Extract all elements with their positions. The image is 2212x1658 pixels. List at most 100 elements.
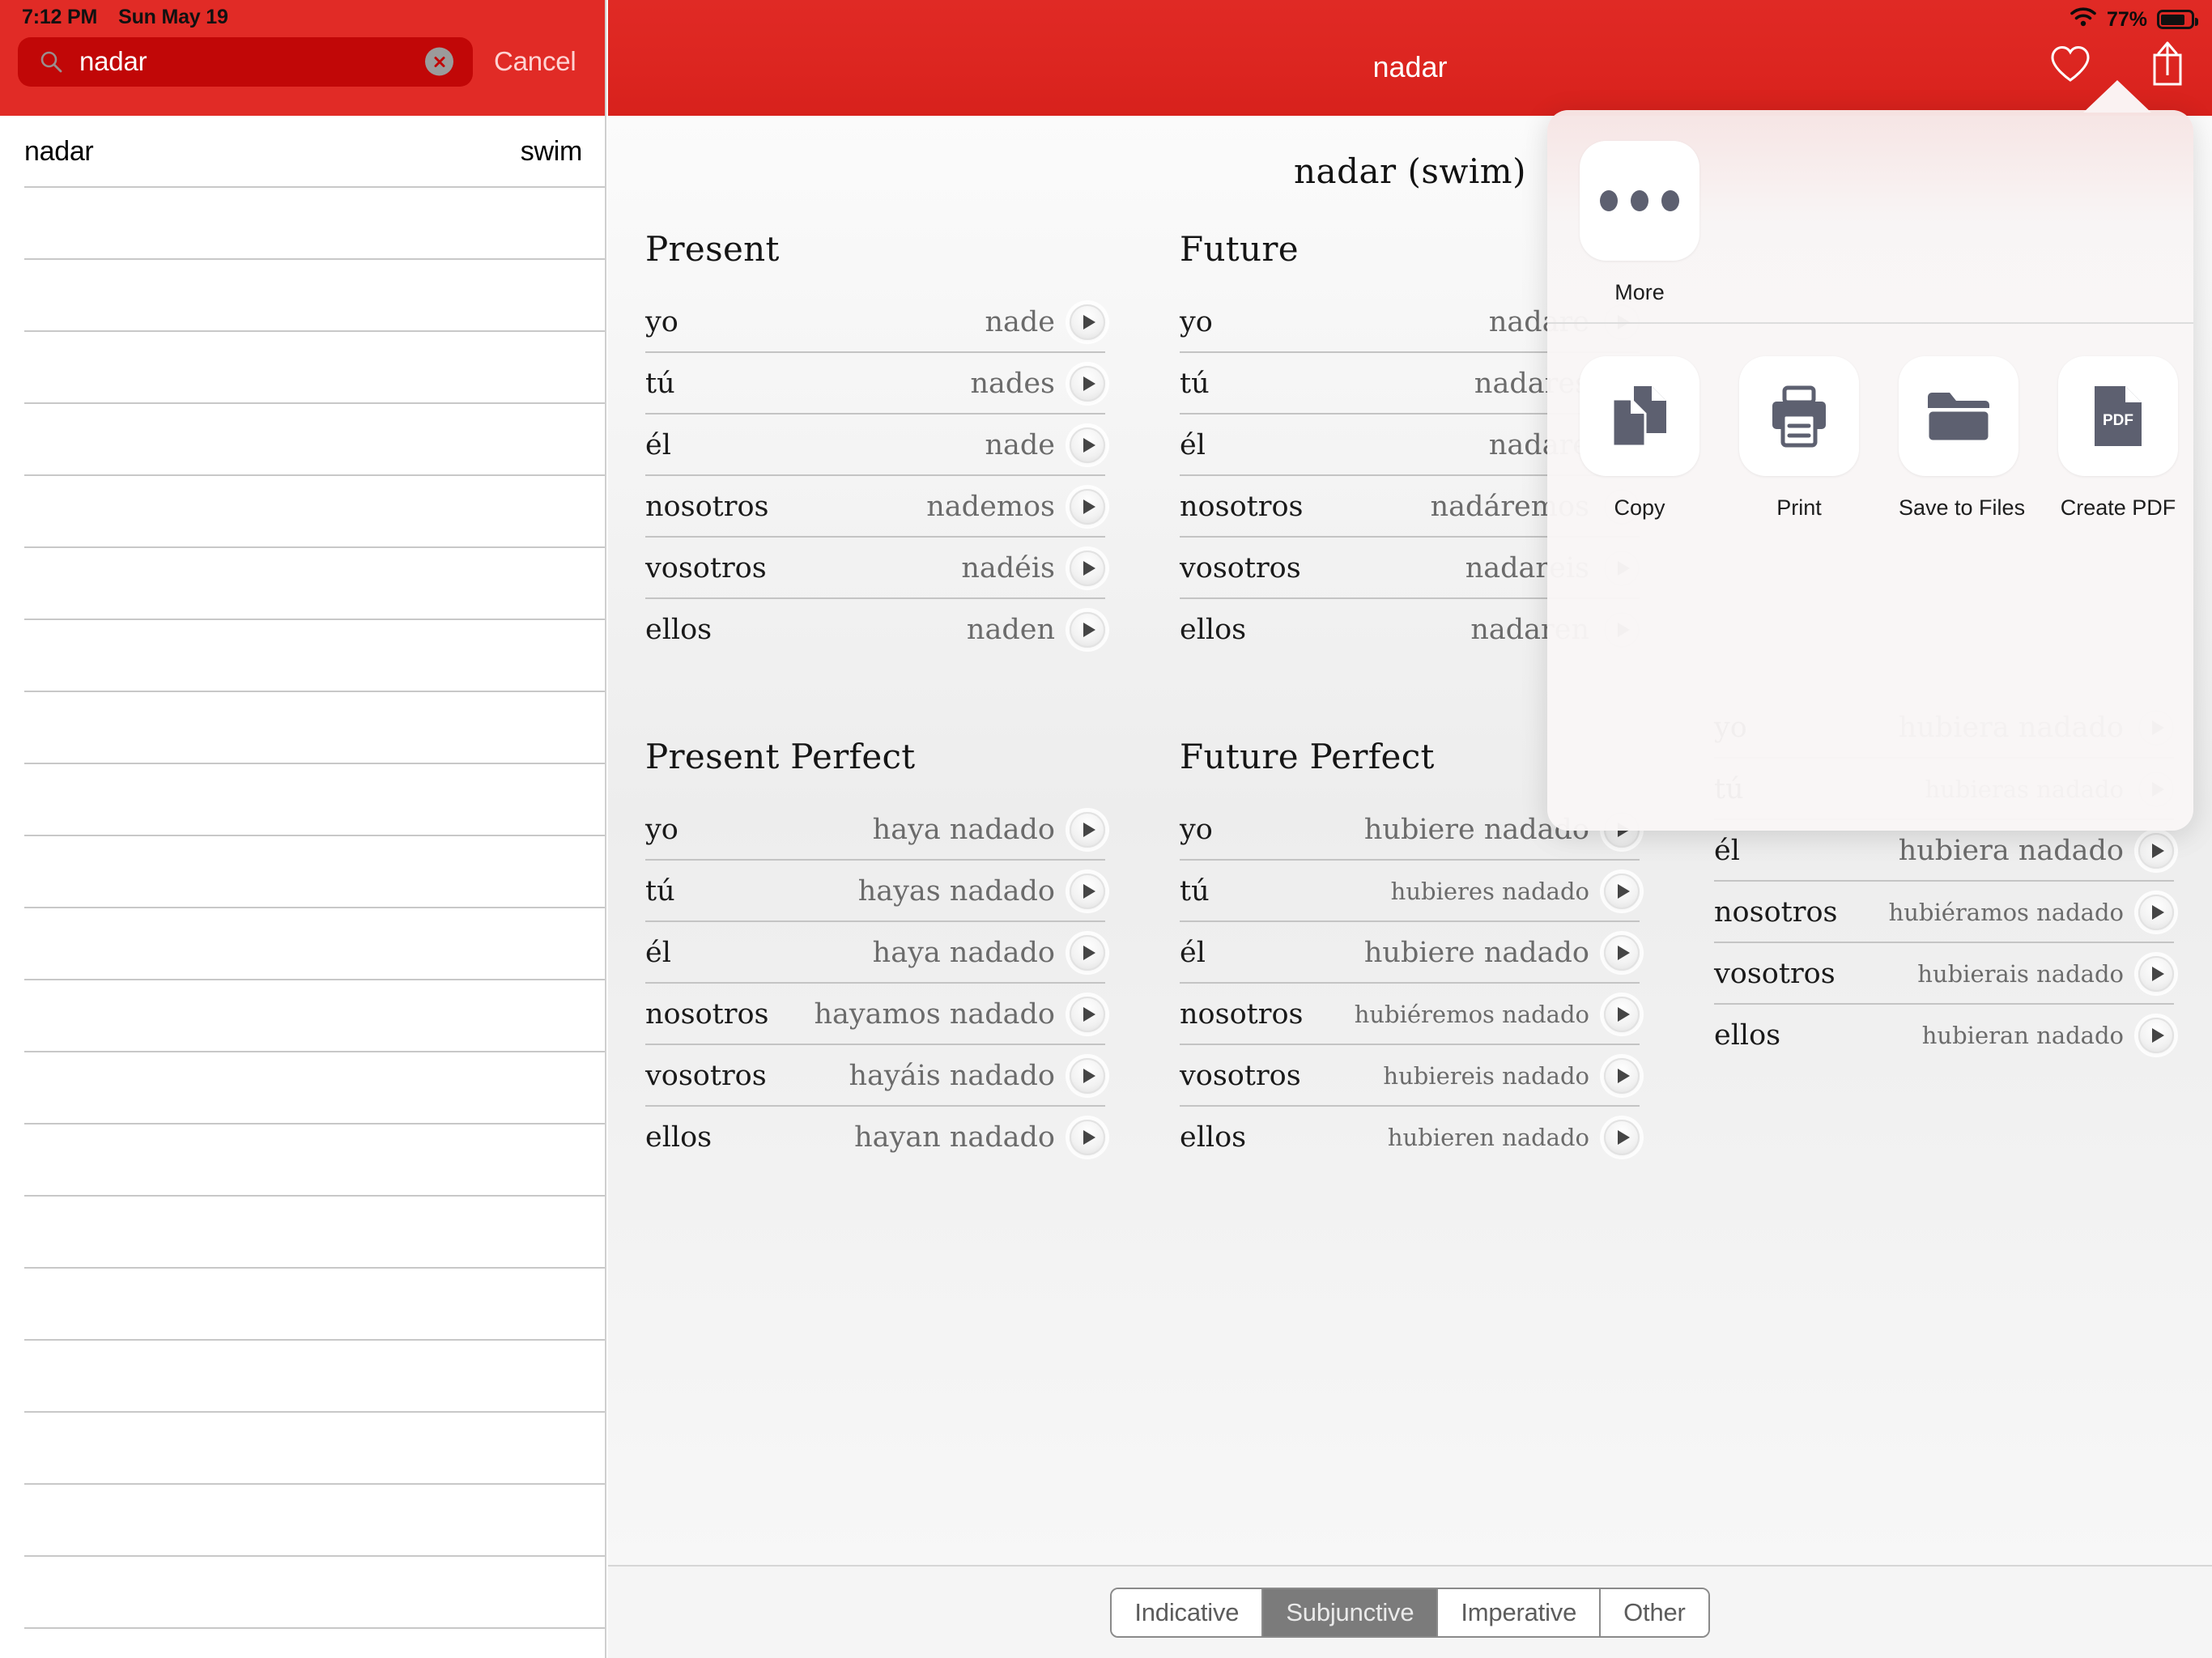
play-audio-button[interactable] — [1070, 304, 1105, 340]
list-item[interactable] — [0, 188, 605, 260]
pronoun-label: ellos — [1180, 1121, 1246, 1154]
pronoun-label: ellos — [645, 614, 712, 646]
mood-segmented-control[interactable]: IndicativeSubjunctiveImperativeOther — [1110, 1588, 1709, 1638]
play-audio-button[interactable] — [1604, 874, 1640, 909]
conjugated-form: haya nadado — [873, 937, 1055, 969]
search-input[interactable]: nadar — [18, 37, 473, 87]
play-triangle-icon — [2152, 967, 2164, 981]
play-audio-button[interactable] — [1070, 812, 1105, 848]
conjugated-form: hayas nadado — [858, 875, 1055, 908]
pronoun-label: tú — [1180, 368, 1210, 400]
play-triangle-icon — [1083, 946, 1095, 960]
mood-segment-indicative[interactable]: Indicative — [1112, 1589, 1263, 1636]
save-to-files-button[interactable]: Save to Files — [1899, 356, 2018, 521]
play-audio-button[interactable] — [1070, 997, 1105, 1032]
list-item[interactable]: nadarswim — [0, 116, 605, 188]
list-item[interactable] — [0, 1557, 605, 1629]
list-item[interactable] — [0, 620, 605, 692]
pronoun-label: nosotros — [645, 998, 768, 1031]
conjugated-form: hubieren nadado — [1388, 1124, 1589, 1151]
create-pdf-button[interactable]: PDF Create PDF — [2058, 356, 2178, 521]
print-button[interactable]: Print — [1739, 356, 1859, 521]
play-audio-button[interactable] — [1604, 935, 1640, 971]
list-item[interactable] — [0, 260, 605, 332]
play-audio-button[interactable] — [1070, 1120, 1105, 1155]
list-item[interactable] — [0, 692, 605, 764]
search-results-list[interactable]: nadarswim — [0, 116, 605, 1658]
play-triangle-icon — [2152, 844, 2164, 858]
play-audio-button[interactable] — [1070, 1058, 1105, 1094]
play-triangle-icon — [1083, 1069, 1095, 1083]
play-audio-button[interactable] — [1070, 366, 1105, 402]
list-item[interactable] — [0, 476, 605, 548]
play-audio-button[interactable] — [1070, 489, 1105, 525]
share-more-label: More — [1580, 280, 1699, 305]
play-triangle-icon — [1083, 1007, 1095, 1022]
pronoun-label: él — [1714, 835, 1740, 867]
conjugated-form: nades — [971, 368, 1056, 400]
mood-segment-imperative[interactable]: Imperative — [1438, 1589, 1601, 1636]
list-item[interactable] — [0, 1197, 605, 1269]
pronoun-label: nosotros — [1714, 896, 1837, 929]
play-triangle-icon — [2152, 1028, 2164, 1043]
play-audio-button[interactable] — [1070, 427, 1105, 463]
status-bar-left: 7:12 PM Sun May 19 — [22, 6, 228, 29]
play-audio-button[interactable] — [1604, 997, 1640, 1032]
conjugation-row: vosotroshayáis nadado — [645, 1045, 1105, 1107]
play-audio-button[interactable] — [1070, 612, 1105, 648]
list-item[interactable] — [0, 404, 605, 476]
play-audio-button[interactable] — [2138, 895, 2174, 930]
pronoun-label: nosotros — [645, 491, 768, 523]
pronoun-label: ellos — [645, 1121, 712, 1154]
play-triangle-icon — [1083, 315, 1095, 329]
conjugated-form: hubiéremos nadado — [1355, 1001, 1589, 1028]
cancel-button[interactable]: Cancel — [494, 46, 576, 77]
list-item[interactable] — [0, 1485, 605, 1557]
play-audio-button[interactable] — [1070, 874, 1105, 909]
list-item[interactable] — [0, 980, 605, 1052]
list-item[interactable] — [0, 1269, 605, 1341]
pronoun-label: él — [1180, 429, 1206, 461]
play-triangle-icon — [1618, 1069, 1630, 1083]
svg-text:PDF: PDF — [2103, 412, 2133, 429]
play-triangle-icon — [1083, 823, 1095, 837]
play-audio-button[interactable] — [2138, 1018, 2174, 1053]
copy-icon — [1580, 356, 1699, 476]
clear-icon[interactable] — [425, 48, 453, 76]
share-more-button[interactable]: More — [1580, 141, 1699, 305]
mood-segment-other[interactable]: Other — [1601, 1589, 1708, 1636]
pronoun-label: yo — [645, 814, 678, 846]
play-audio-button[interactable] — [1070, 551, 1105, 586]
play-triangle-icon — [1083, 561, 1095, 576]
share-sheet-popover: More Copy — [1547, 110, 2193, 831]
list-item[interactable] — [0, 332, 605, 404]
play-audio-button[interactable] — [2138, 833, 2174, 869]
play-triangle-icon — [1618, 1007, 1630, 1022]
list-item[interactable] — [0, 1124, 605, 1197]
play-audio-button[interactable] — [1604, 1058, 1640, 1094]
wifi-icon — [2069, 6, 2097, 32]
list-item[interactable] — [0, 1052, 605, 1124]
play-audio-button[interactable] — [2138, 956, 2174, 992]
play-audio-button[interactable] — [1604, 1120, 1640, 1155]
play-triangle-icon — [1083, 500, 1095, 514]
conjugation-row: elloshubieran nadado — [1714, 1005, 2174, 1066]
play-audio-button[interactable] — [1070, 935, 1105, 971]
conjugation-row: vosotroshubierais nadado — [1714, 943, 2174, 1005]
pdf-document-icon: PDF — [2058, 356, 2178, 476]
pronoun-label: ellos — [1714, 1019, 1780, 1052]
copy-button[interactable]: Copy — [1580, 356, 1699, 521]
pronoun-label: tú — [645, 368, 675, 400]
mood-segment-subjunctive[interactable]: Subjunctive — [1263, 1589, 1438, 1636]
list-item[interactable] — [0, 1413, 605, 1485]
search-input-value: nadar — [79, 46, 147, 77]
pronoun-label: tú — [645, 875, 675, 908]
list-item[interactable] — [0, 1341, 605, 1413]
list-item[interactable] — [0, 548, 605, 620]
list-item[interactable] — [0, 764, 605, 836]
play-triangle-icon — [1083, 1130, 1095, 1145]
list-item[interactable] — [0, 908, 605, 980]
list-item[interactable] — [0, 836, 605, 908]
share-targets-row: More — [1547, 110, 2193, 322]
conjugation-row: yohaya nadado — [645, 799, 1105, 861]
